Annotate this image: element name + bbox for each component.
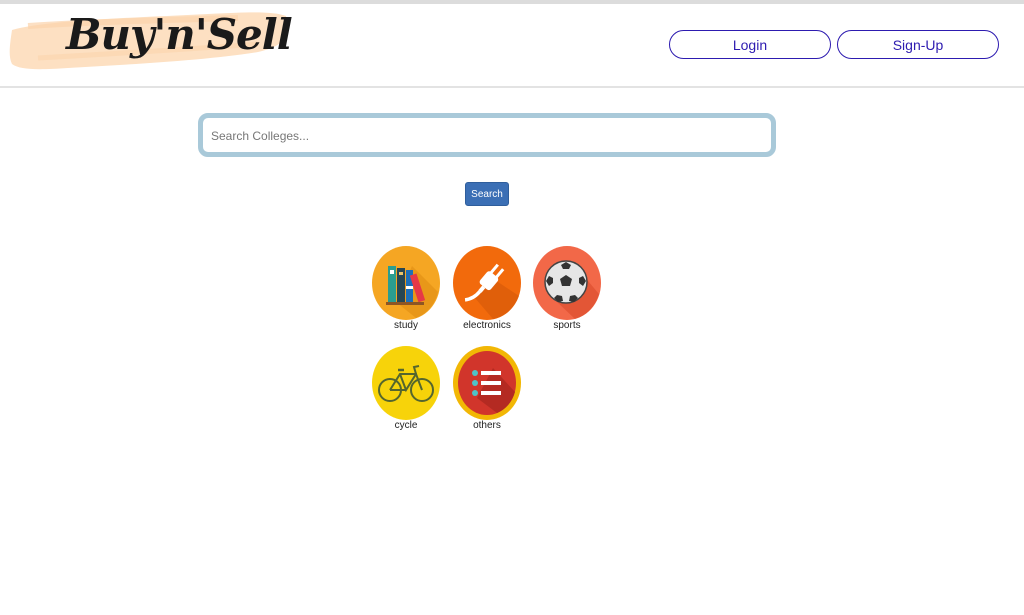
header: Buy'n'Sell Login Sign-Up <box>0 4 1024 88</box>
category-label: cycle <box>394 420 418 431</box>
category-label: electronics <box>463 320 511 331</box>
logo-text: Buy'n'Sell <box>66 10 293 59</box>
plug-icon <box>453 246 521 320</box>
bicycle-icon <box>372 346 440 420</box>
list-icon <box>453 346 521 420</box>
category-study[interactable]: study <box>366 246 446 336</box>
category-others[interactable]: others <box>447 346 527 436</box>
category-cycle[interactable]: cycle <box>366 346 446 436</box>
category-electronics[interactable]: electronics <box>447 246 527 336</box>
search-button[interactable]: Search <box>465 182 509 206</box>
search-box <box>198 113 776 157</box>
search-input[interactable] <box>207 121 775 151</box>
category-sports[interactable]: sports <box>527 246 607 336</box>
category-label: others <box>473 420 501 431</box>
category-label: study <box>394 320 418 331</box>
soccer-ball-icon <box>533 246 601 320</box>
signup-button[interactable]: Sign-Up <box>837 30 999 59</box>
category-label: sports <box>553 320 581 331</box>
logo[interactable]: Buy'n'Sell <box>8 8 293 80</box>
books-icon <box>372 246 440 320</box>
login-button[interactable]: Login <box>669 30 831 59</box>
